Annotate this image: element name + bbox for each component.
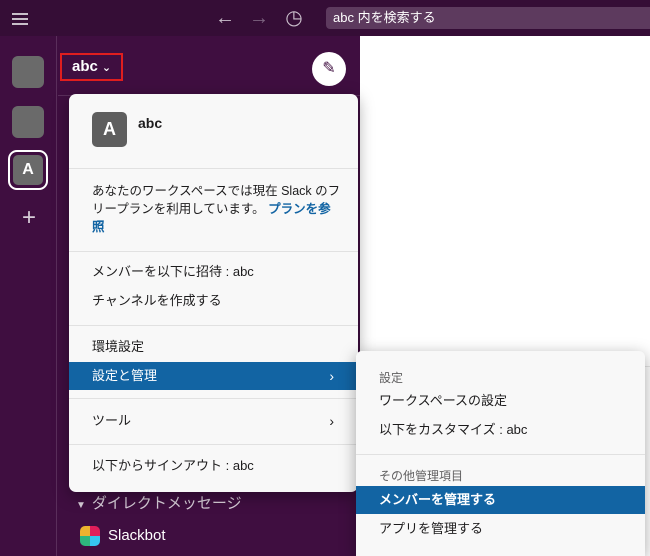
- submenu-item-customize[interactable]: 以下をカスタマイズ : abc: [356, 416, 645, 444]
- submenu-divider: [356, 454, 645, 455]
- menu-divider: [69, 398, 358, 399]
- menu-item-preferences[interactable]: 環境設定: [69, 333, 358, 361]
- submenu-item-workspace-settings[interactable]: ワークスペースの設定: [356, 387, 645, 415]
- history-clock-icon[interactable]: ◷: [283, 7, 305, 29]
- menu-divider: [69, 168, 358, 169]
- menu-divider: [69, 251, 358, 252]
- dm-item-label: Slackbot: [108, 527, 166, 545]
- caret-down-icon: ▼: [76, 500, 86, 511]
- chevron-right-icon: ›: [329, 413, 334, 429]
- workspace-name: abc: [72, 58, 98, 75]
- menu-item-label: 設定と管理: [92, 368, 158, 383]
- compose-icon[interactable]: ✎: [312, 52, 346, 86]
- menu-item-signout[interactable]: 以下からサインアウト : abc: [69, 452, 358, 480]
- workspace-avatar: A: [92, 112, 127, 147]
- chevron-down-icon: ⌄: [101, 62, 112, 74]
- workspace-tile[interactable]: [12, 106, 44, 138]
- submenu-section-other-admin: その他管理項目: [379, 469, 464, 483]
- dm-section-label: ダイレクトメッセージ: [91, 495, 242, 512]
- menu-divider: [69, 325, 358, 326]
- menu-item-tools[interactable]: ツール ›: [69, 407, 358, 435]
- menu-item-label: ツール: [92, 413, 132, 428]
- workspace-initial: A: [13, 155, 43, 185]
- submenu-item-manage-apps[interactable]: アプリを管理する: [356, 515, 645, 543]
- workspace-rail: A +: [0, 36, 57, 556]
- menu-item-create-channel[interactable]: チャンネルを作成する: [69, 287, 358, 315]
- submenu-item-manage-members[interactable]: メンバーを管理する: [356, 486, 645, 514]
- slackbot-icon: [80, 526, 100, 547]
- menu-item-invite[interactable]: メンバーを以下に招待 : abc: [69, 258, 358, 286]
- menu-header: A abc: [69, 94, 358, 168]
- menu-workspace-name: abc: [138, 115, 163, 131]
- direct-messages-section[interactable]: ▼ ダイレクトメッセージ: [76, 494, 242, 516]
- active-workspace-tile[interactable]: A: [8, 150, 48, 190]
- hamburger-menu-icon[interactable]: [12, 10, 28, 26]
- dm-item-slackbot[interactable]: Slackbot: [80, 526, 166, 547]
- workspace-name-button[interactable]: abc ⌄: [60, 53, 124, 81]
- back-arrow-icon[interactable]: ←: [214, 7, 236, 29]
- settings-admin-submenu: 設定 ワークスペースの設定 以下をカスタマイズ : abc その他管理項目 メン…: [356, 351, 645, 556]
- workspace-tile[interactable]: [12, 56, 44, 88]
- menu-item-settings-admin[interactable]: 設定と管理 ›: [69, 362, 358, 390]
- chevron-right-icon: ›: [329, 368, 334, 384]
- search-input[interactable]: abc 内を検索する: [326, 7, 650, 29]
- forward-arrow-icon[interactable]: →: [248, 7, 270, 29]
- workspace-menu: A abc あなたのワークスペースでは現在 Slack のフリープランを利用して…: [69, 94, 358, 492]
- plan-notice: あなたのワークスペースでは現在 Slack のフリープランを利用しています。 プ…: [92, 182, 342, 236]
- submenu-section-settings: 設定: [379, 371, 404, 385]
- add-workspace-icon[interactable]: +: [19, 206, 39, 230]
- menu-divider: [69, 444, 358, 445]
- top-bar: ← → ◷ abc 内を検索する: [0, 0, 650, 36]
